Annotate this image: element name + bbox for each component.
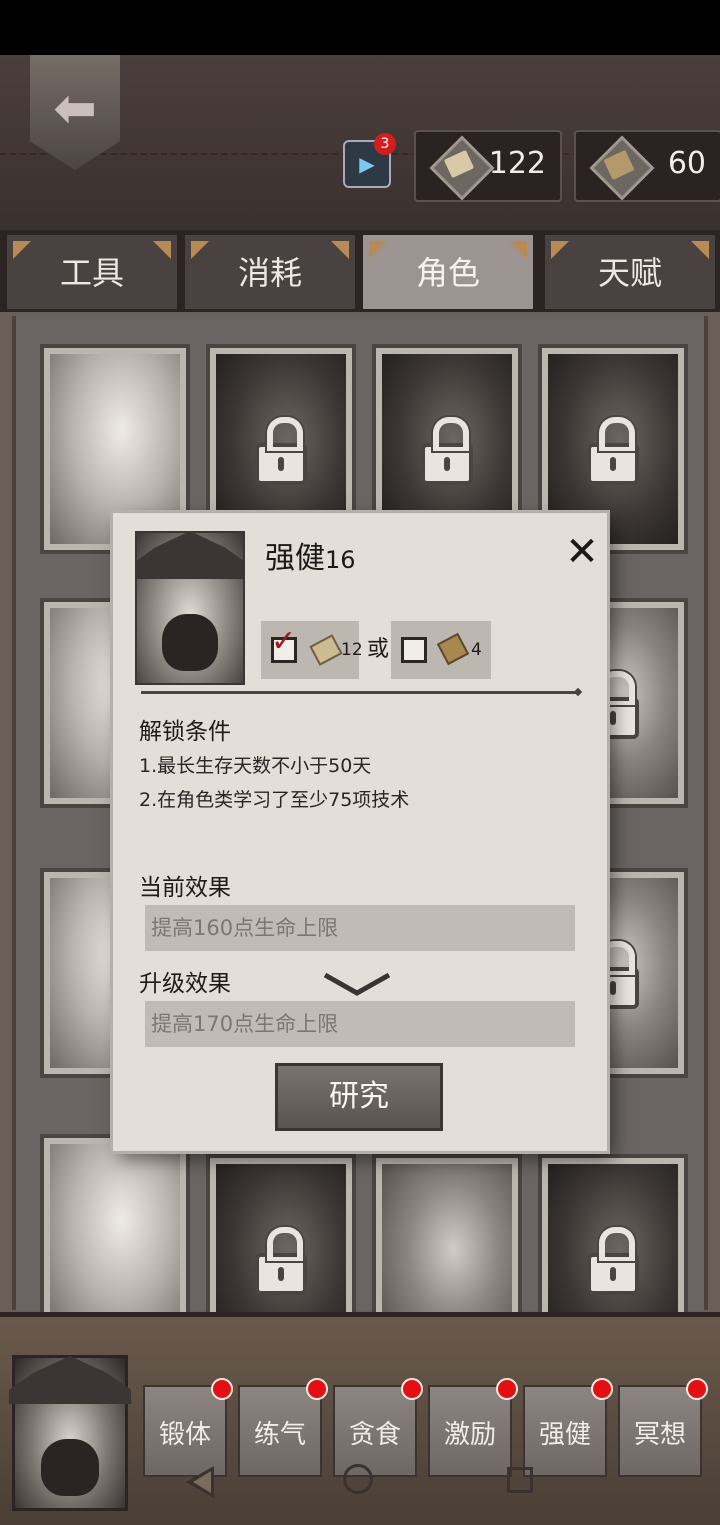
nav-recent-icon[interactable] bbox=[507, 1467, 533, 1493]
hat-shape bbox=[137, 533, 243, 579]
nav-home-icon[interactable] bbox=[343, 1464, 373, 1494]
lock-icon bbox=[587, 1227, 639, 1295]
tab-characters[interactable]: 角色 bbox=[362, 234, 534, 310]
currency-books: 60 bbox=[574, 130, 720, 202]
lock-icon bbox=[255, 1227, 307, 1295]
hat-shape bbox=[9, 1356, 131, 1404]
condition-item: 1.最长生存天数不小于50天 bbox=[139, 755, 372, 777]
currency-books-value: 60 bbox=[667, 146, 706, 181]
cost-option-books[interactable]: 4 bbox=[391, 621, 491, 679]
close-icon[interactable]: ✕ bbox=[561, 531, 603, 573]
scroll-icon bbox=[309, 634, 343, 666]
current-effect-value: 提高160点生命上限 bbox=[145, 905, 575, 951]
tab-tools[interactable]: 工具 bbox=[6, 234, 178, 310]
dialog-character-portrait bbox=[135, 531, 245, 685]
tab-talents[interactable]: 天赋 bbox=[544, 234, 716, 310]
notification-dot bbox=[686, 1378, 708, 1400]
play-icon: ▶ bbox=[359, 152, 375, 176]
currency-scrolls-value: 122 bbox=[488, 146, 546, 181]
tab-label: 消耗 bbox=[237, 254, 302, 292]
upgrade-effect-value: 提高170点生命上限 bbox=[145, 1001, 575, 1047]
unlock-conditions-title: 解锁条件 bbox=[139, 719, 231, 745]
category-tabs: 工具 消耗 角色 天赋 bbox=[0, 230, 720, 312]
or-label: 或 bbox=[367, 637, 390, 662]
dialog-title: 强健16 bbox=[265, 541, 356, 578]
lock-icon bbox=[255, 417, 307, 485]
lock-icon bbox=[421, 417, 473, 485]
research-button[interactable]: 研究 bbox=[275, 1063, 443, 1131]
cost-option-scrolls[interactable]: ✓ 12 bbox=[261, 621, 363, 679]
status-bar bbox=[0, 0, 720, 55]
scroll-icon bbox=[430, 136, 488, 194]
notification-dot bbox=[211, 1378, 233, 1400]
tab-label: 工具 bbox=[59, 254, 124, 292]
current-effect-title: 当前效果 bbox=[139, 875, 231, 901]
condition-item: 2.在角色类学习了至少75项技术 bbox=[139, 789, 410, 811]
upgrade-dialog: 强健16 ✕ ✓ 12 或 4 解锁条件 1.最长生存天数不小于50天 2.在角… bbox=[113, 513, 607, 1151]
cost-amount: 12 bbox=[341, 640, 363, 660]
chevron-down-icon bbox=[323, 972, 391, 996]
cost-amount: 4 bbox=[471, 640, 482, 660]
tab-label: 角色 bbox=[415, 254, 480, 292]
notification-dot bbox=[401, 1378, 423, 1400]
beard-shape bbox=[162, 614, 218, 671]
skill-name: 强健 bbox=[265, 541, 325, 576]
currency-scrolls: 122 bbox=[414, 130, 562, 202]
tab-label: 天赋 bbox=[597, 254, 662, 292]
skill-level: 16 bbox=[325, 546, 356, 574]
book-icon bbox=[436, 632, 470, 666]
system-nav-bar bbox=[0, 1452, 720, 1512]
notification-dot bbox=[306, 1378, 328, 1400]
tab-consumables[interactable]: 消耗 bbox=[184, 234, 356, 310]
divider bbox=[141, 691, 579, 694]
book-icon bbox=[590, 136, 648, 194]
checkmark-icon: ✓ bbox=[271, 624, 297, 659]
notification-dot bbox=[591, 1378, 613, 1400]
notification-dot bbox=[496, 1378, 518, 1400]
lock-icon bbox=[587, 417, 639, 485]
back-arrow-icon: ⬅ bbox=[53, 79, 97, 139]
upgrade-effect-title: 升级效果 bbox=[139, 971, 231, 997]
video-badge: 3 bbox=[374, 133, 396, 155]
cost-checkbox[interactable] bbox=[401, 637, 427, 663]
